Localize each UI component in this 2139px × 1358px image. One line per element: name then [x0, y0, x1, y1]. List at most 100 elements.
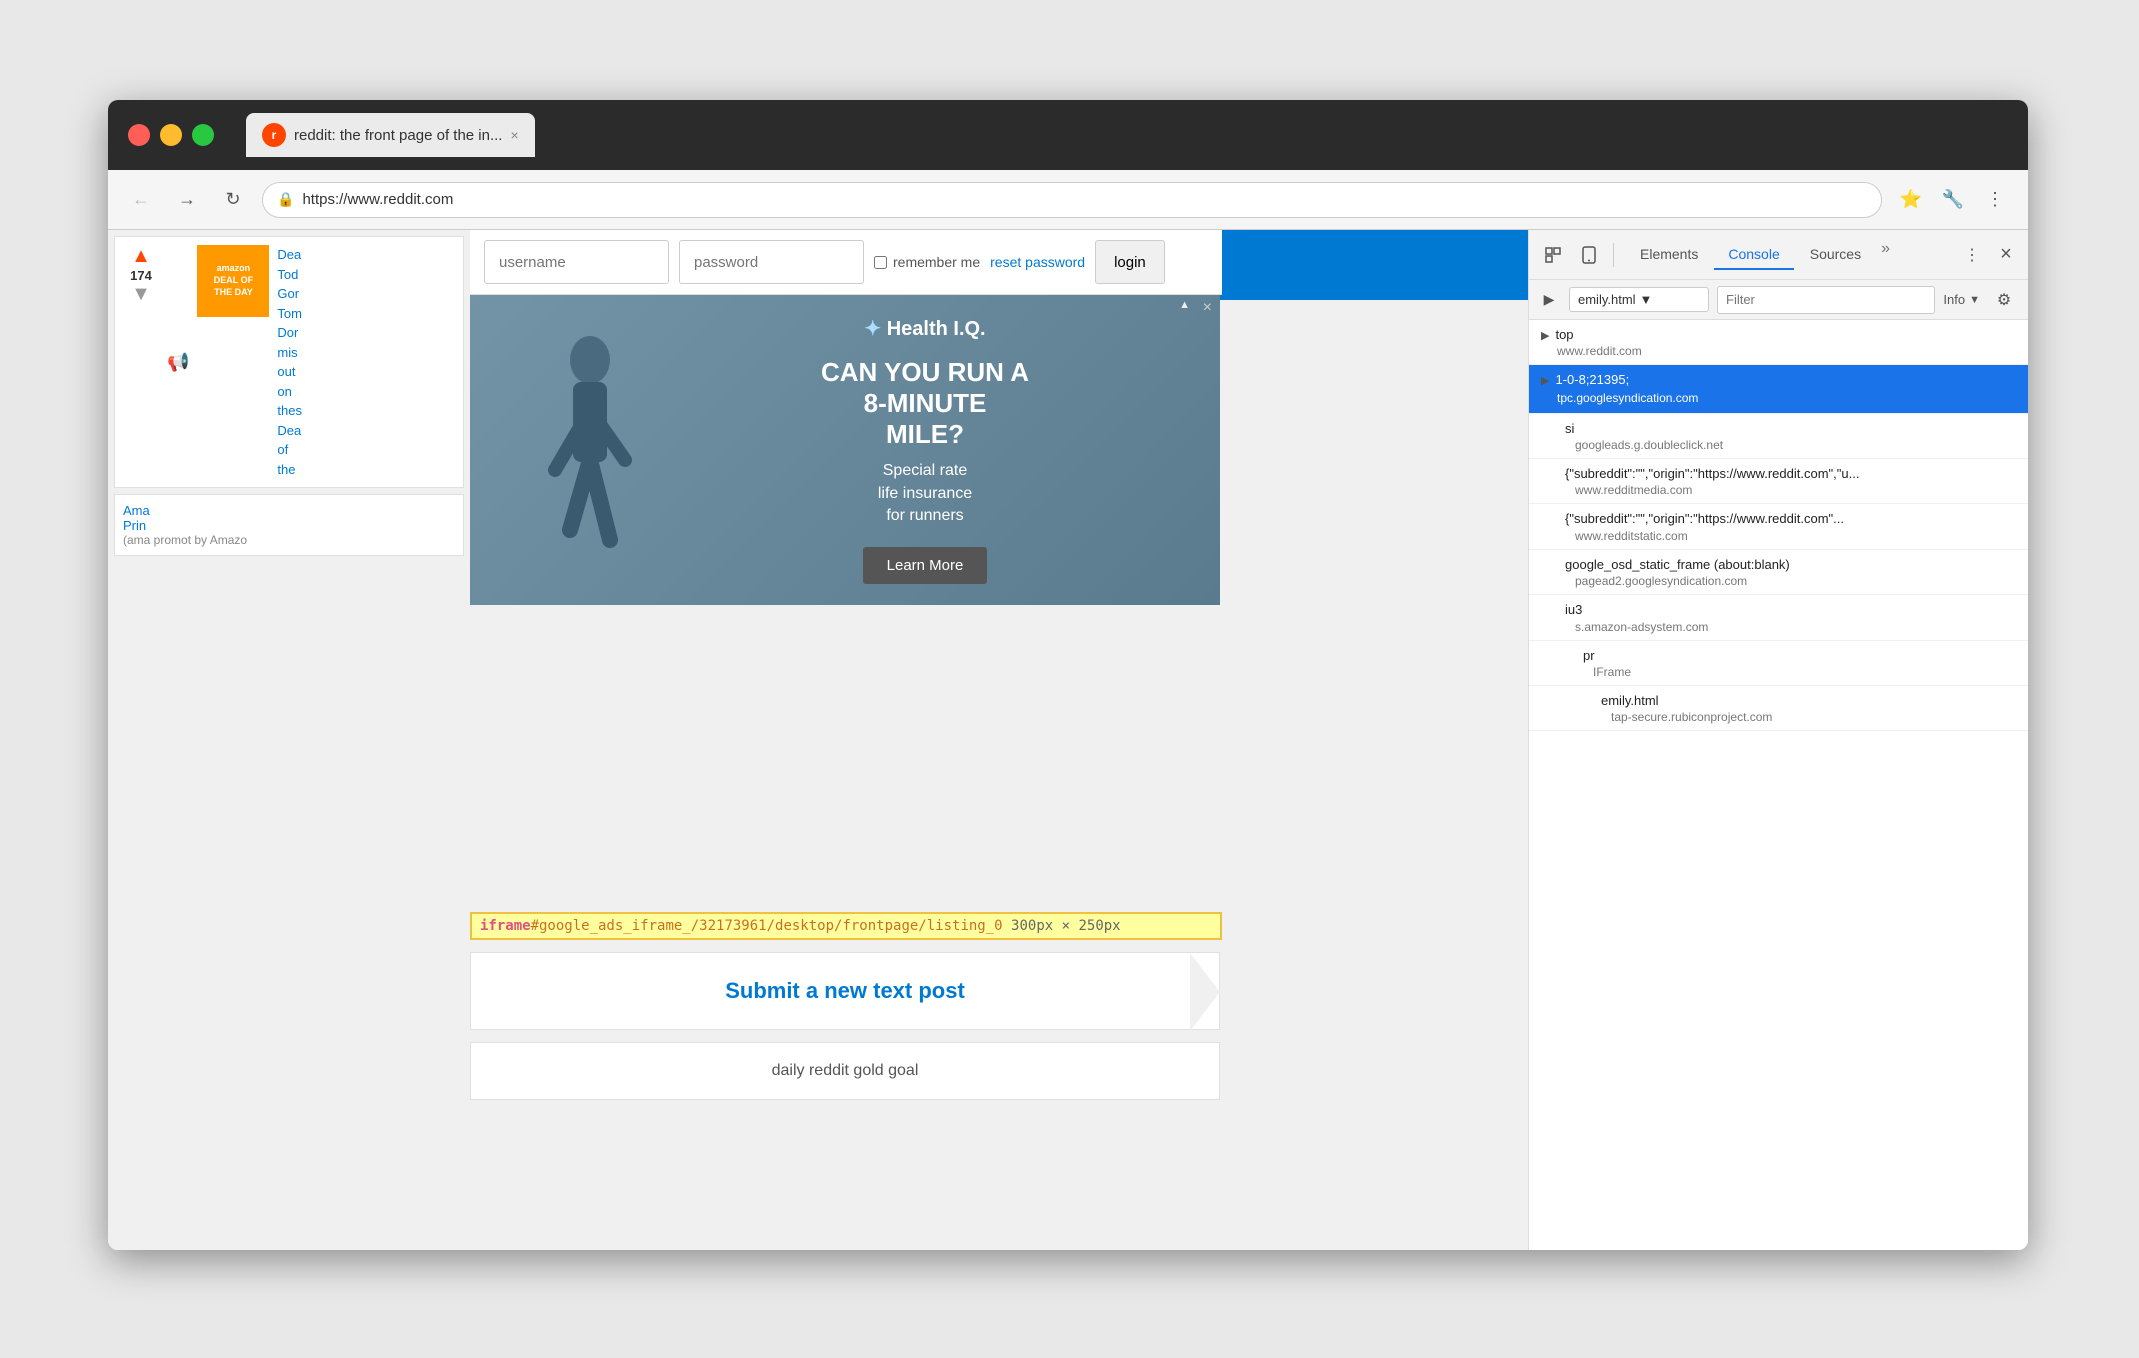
tab-console[interactable]: Console: [1714, 240, 1793, 270]
context-dropdown-arrow-icon: ▼: [1640, 292, 1653, 307]
submit-post-label: Submit a new text post: [725, 978, 965, 1004]
context-label: emily.html: [1578, 292, 1636, 307]
item-domain: tap-secure.rubiconproject.com: [1541, 710, 2016, 724]
item-domain: IFrame: [1541, 665, 2016, 679]
amazon-product-post: Ama Prin (ama promot by Amazo: [114, 494, 464, 556]
close-window-button[interactable]: [128, 124, 150, 146]
iframe-tag: iframe: [480, 918, 531, 934]
title-bar: r reddit: the front page of the in... ×: [108, 100, 2028, 170]
console-item[interactable]: ▶top www.reddit.com: [1529, 320, 2028, 365]
extension-icon[interactable]: 🔧: [1936, 183, 1970, 217]
browser-toolbar: ← → ↻ 🔒 https://www.reddit.com ⭐ 🔧 ⋮: [108, 170, 2028, 230]
username-input[interactable]: [484, 240, 669, 284]
tab-close-button[interactable]: ×: [510, 127, 518, 143]
post-content: amazon DEAL OF THE DAY DeaTodGorTomDormi…: [197, 245, 302, 479]
browser-menu-icon[interactable]: ⋮: [1978, 183, 2012, 217]
tab-bar: r reddit: the front page of the in... ×: [246, 113, 535, 157]
console-item[interactable]: emily.html tap-secure.rubiconproject.com: [1529, 686, 2028, 731]
iframe-dimensions: 300px × 250px: [1011, 918, 1121, 934]
vote-column: ▲ 174 ▼: [123, 245, 159, 479]
password-input[interactable]: [679, 240, 864, 284]
back-button[interactable]: ←: [124, 183, 158, 217]
console-item[interactable]: pr IFrame: [1529, 641, 2028, 686]
learn-more-button[interactable]: Learn More: [863, 547, 988, 584]
console-item[interactable]: {"subreddit":"","origin":"https://www.re…: [1529, 459, 2028, 504]
content-area: get the best of reddit, enter yo SUBSCRI…: [108, 230, 2028, 1250]
devtools-more-options-icon[interactable]: ⋮: [1956, 239, 1988, 271]
tab-elements[interactable]: Elements: [1626, 240, 1712, 270]
reddit-content-wrapper: get the best of reddit, enter yo SUBSCRI…: [108, 230, 1528, 1250]
console-item[interactable]: ▶1-0-8;21395; tpc.googlesyndication.com: [1529, 365, 2028, 413]
remember-me-checkbox[interactable]: [874, 256, 887, 269]
daily-gold-label: daily reddit gold goal: [772, 1062, 919, 1080]
devtools-toolbar: Elements Console Sources » ⋮ ×: [1529, 230, 2028, 280]
ad-runner-figure: [510, 310, 670, 590]
console-item[interactable]: si googleads.g.doubleclick.net: [1529, 414, 2028, 459]
post-card: ▲ 174 ▼ 📢 amazon DEAL OF THE DAY: [114, 236, 464, 488]
console-content: ▶top www.reddit.com ▶1-0-8;21395; tpc.go…: [1529, 320, 2028, 1250]
upvote-arrow-icon[interactable]: ▲: [131, 245, 151, 268]
expand-arrow-icon: ▶: [1541, 330, 1549, 342]
speaker-icon: 📢: [167, 352, 189, 373]
traffic-lights: [128, 124, 214, 146]
minimize-window-button[interactable]: [160, 124, 182, 146]
iframe-id: #google_ads_iframe_/32173961/desktop/fro…: [531, 918, 1003, 934]
login-button[interactable]: login: [1095, 240, 1165, 284]
post-title: DeaTodGorTomDormisoutonthesDeaofthe: [277, 245, 302, 479]
item-domain: pagead2.googlesyndication.com: [1541, 574, 2016, 588]
amazon-product-title: Ama Prin (ama promot by Amazo: [123, 503, 247, 547]
info-level-selector[interactable]: Info ▼: [1943, 292, 1980, 307]
post-listing: ▲ 174 ▼ 📢 amazon DEAL OF THE DAY: [108, 230, 470, 1250]
inspect-element-button[interactable]: [1537, 239, 1569, 271]
device-toggle-button[interactable]: [1573, 239, 1605, 271]
reddit-page: get the best of reddit, enter yo SUBSCRI…: [108, 230, 1528, 1250]
devtools-close-button[interactable]: ×: [1992, 241, 2020, 269]
context-selector[interactable]: emily.html ▼: [1569, 287, 1709, 312]
item-domain: googleads.g.doubleclick.net: [1541, 438, 2016, 452]
toolbar-actions: ⭐ 🔧 ⋮: [1894, 183, 2012, 217]
devtools-panel: Elements Console Sources » ⋮ × ▶: [1528, 230, 2028, 1250]
more-tabs-button[interactable]: »: [1881, 240, 1890, 270]
devtools-tabs: Elements Console Sources »: [1626, 240, 1890, 270]
expand-arrow-icon: ▶: [1541, 375, 1549, 387]
item-domain: www.redditmedia.com: [1541, 483, 2016, 497]
vote-count: 174: [130, 268, 152, 283]
ad-close-icon[interactable]: ×: [1203, 299, 1212, 317]
remember-me-label[interactable]: remember me: [874, 254, 980, 270]
submit-post-area[interactable]: Submit a new text post: [470, 952, 1220, 1030]
amazon-badge: amazon DEAL OF THE DAY: [197, 245, 269, 317]
tab-sources[interactable]: Sources: [1796, 240, 1875, 270]
console-filter-bar: ▶ emily.html ▼ Info ▼ ⚙: [1529, 280, 2028, 320]
browser-window: r reddit: the front page of the in... × …: [108, 100, 2028, 1250]
ad-text-area: ✦ Health I.Q. CAN YOU RUN A 8-MINUTE MIL…: [670, 316, 1180, 585]
inspect-icon: [1544, 246, 1562, 264]
console-execute-button[interactable]: ▶: [1537, 288, 1561, 312]
tab-title: reddit: the front page of the in...: [294, 127, 502, 144]
item-domain: www.reddit.com: [1541, 344, 2016, 358]
console-item[interactable]: google_osd_static_frame (about:blank) pa…: [1529, 550, 2028, 595]
url-text: https://www.reddit.com: [302, 191, 1867, 208]
maximize-window-button[interactable]: [192, 124, 214, 146]
ad-subline: Special rate life insurance for runners: [690, 460, 1160, 527]
reset-password-link[interactable]: reset password: [990, 254, 1085, 270]
toolbar-separator: [1613, 243, 1614, 267]
item-domain: tpc.googlesyndication.com: [1541, 390, 2016, 407]
info-dropdown-arrow-icon: ▼: [1969, 294, 1980, 306]
iframe-label: iframe#google_ads_iframe_/32173961/deskt…: [470, 912, 1222, 940]
console-filter-input[interactable]: [1717, 286, 1935, 314]
address-bar[interactable]: 🔒 https://www.reddit.com: [262, 182, 1882, 218]
console-item[interactable]: iu3 s.amazon-adsystem.com: [1529, 595, 2028, 640]
health-iq-logo: ✦ Health I.Q.: [690, 316, 1160, 341]
console-item[interactable]: {"subreddit":"","origin":"https://www.re…: [1529, 504, 2028, 549]
downvote-arrow-icon[interactable]: ▼: [131, 283, 151, 306]
forward-button[interactable]: →: [170, 183, 204, 217]
reddit-favicon: r: [262, 123, 286, 147]
devtools-settings-icon[interactable]: ⚙: [1988, 284, 2020, 316]
bookmark-star-icon[interactable]: ⭐: [1894, 183, 1928, 217]
login-row: remember me reset password login: [470, 230, 1222, 295]
ad-headline: CAN YOU RUN A 8-MINUTE MILE?: [690, 357, 1160, 451]
browser-tab[interactable]: r reddit: the front page of the in... ×: [246, 113, 535, 157]
middle-section: remember me reset password login ▲ ×: [470, 230, 1222, 1250]
reload-button[interactable]: ↻: [216, 183, 250, 217]
amazon-promo-text: (ama promot by Amazo: [123, 533, 247, 547]
